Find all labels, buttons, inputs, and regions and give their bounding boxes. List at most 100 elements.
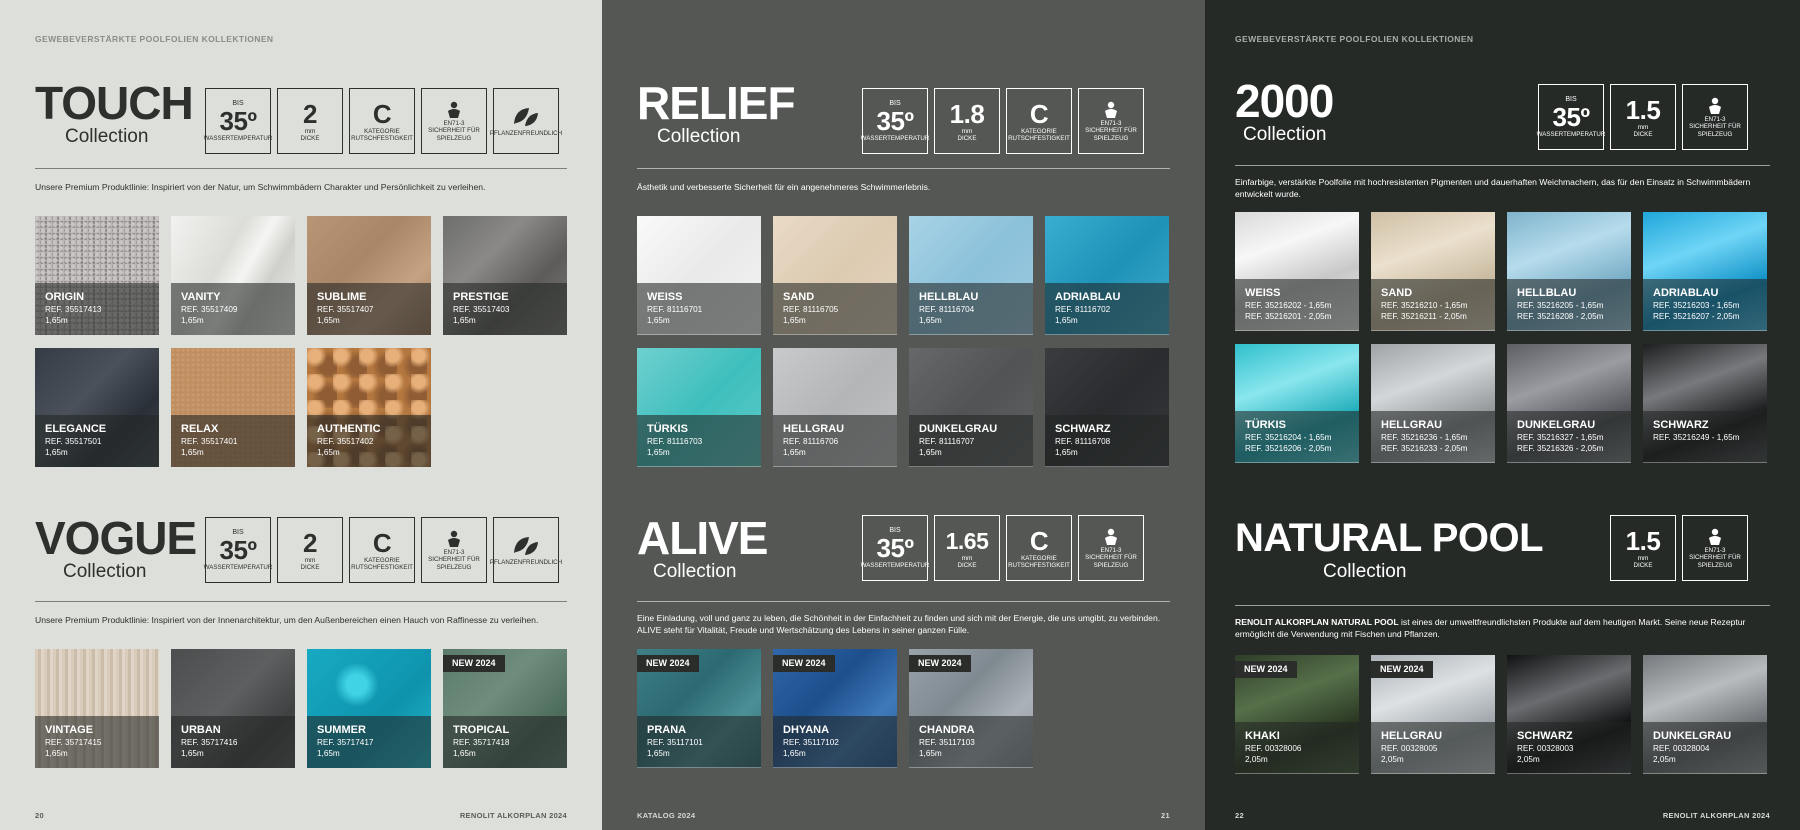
toy-safety-badge: EN71-3 SICHERHEIT FÜR SPIELZEUG: [1078, 88, 1144, 154]
divider: [1235, 165, 1770, 166]
product-tile[interactable]: NEW 2024 CHANDRA REF. 35117103 1,65m: [909, 649, 1033, 768]
divider: [1235, 605, 1770, 606]
slip-badge: C KATEGORIE RUTSCHFESTIGKEIT: [349, 517, 415, 583]
product-tile[interactable]: WEISS REF. 35216202 - 1,65m REF. 35216201 …: [1235, 212, 1359, 331]
toy-safety-badge: EN71-3 SICHERHEIT FÜR SPIELZEUG: [1682, 84, 1748, 150]
collection-subtitle: Collection: [657, 126, 741, 147]
product-tile[interactable]: VINTAGE REF. 35717415 1,65m: [35, 649, 159, 768]
spec-badges: BIS 35º WASSERTEMPERATUR 1.65 mm DICKE C…: [861, 515, 1144, 581]
product-tile[interactable]: DUNKELGRAU REF. 35216327 - 1,65m REF. 3521…: [1507, 344, 1631, 463]
leaf-icon: [514, 108, 538, 127]
thickness-badge: 1.8 mm DICKE: [934, 88, 1000, 154]
collection-subtitle: Collection: [65, 126, 149, 147]
collection-title: ALIVE: [637, 512, 768, 564]
product-tile[interactable]: SCHWARZ REF. 81116708 1,65m: [1045, 348, 1169, 467]
product-tile[interactable]: NEW 2024 KHAKI REF. 00328006 2,05m: [1235, 655, 1359, 774]
baby-icon: [1105, 528, 1117, 545]
product-tile[interactable]: HELLBLAU REF. 35216205 - 1,65m REF. 352162…: [1507, 212, 1631, 331]
product-tile[interactable]: RELAX REF. 35517401 1,65m: [171, 348, 295, 467]
thickness-badge: 1.5 mm DICKE: [1610, 84, 1676, 150]
spec-badges: BIS 35º WASSERTEMPERATUR 1.8 mm DICKE C …: [861, 88, 1144, 154]
product-tile[interactable]: NEW 2024 TROPICAL REF. 35717418 1,65m: [443, 649, 567, 768]
product-tile[interactable]: HELLGRAU REF. 81116706 1,65m: [773, 348, 897, 467]
baby-icon: [1709, 528, 1721, 545]
collection-description: Eine Einladung, voll und ganz zu leben, …: [637, 613, 1161, 635]
divider: [35, 168, 567, 169]
collection-title: RELIEF: [637, 77, 796, 129]
collection-description: Unsere Premium Produktlinie: Inspiriert …: [35, 615, 539, 625]
collection-title-block: TOUCH Collection: [35, 77, 194, 148]
product-tile[interactable]: NEW 2024 PRANA REF. 35117101 1,65m: [637, 649, 761, 768]
thickness-badge: 2 mm DICKE: [277, 517, 343, 583]
footer-brand: RENOLIT ALKORPLAN 2024: [1662, 811, 1770, 820]
thickness-badge: 2 mm DICKE: [277, 88, 343, 154]
product-tile[interactable]: VANITY REF. 35517409 1,65m: [171, 216, 295, 335]
product-tile[interactable]: DUNKELGRAU REF. 81116707 1,65m: [909, 348, 1033, 467]
baby-icon: [1709, 97, 1721, 114]
collection-title: TOUCH: [35, 77, 194, 129]
collection-title: NATURAL POOL: [1235, 516, 1544, 560]
product-tile[interactable]: HELLGRAU REF. 35216236 - 1,65m REF. 352162…: [1371, 344, 1495, 463]
footer-brand: RENOLIT ALKORPLAN 2024: [459, 811, 567, 820]
product-tile[interactable]: NEW 2024 HELLGRAU REF. 00328005 2,05m: [1371, 655, 1495, 774]
product-tile[interactable]: SUMMER REF. 35717417 1,65m: [307, 649, 431, 768]
collection-description: Einfarbige, verstärkte Poolfolie mit hoc…: [1235, 177, 1751, 199]
new-badge: NEW 2024: [443, 655, 505, 672]
catalog-page-22: GEWEBEVERSTÄRKTE POOLFOLIEN KOLLEKTIONEN…: [1205, 0, 1800, 830]
baby-icon: [1105, 101, 1117, 118]
relief-tiles: WEISS REF. 81116701 1,65m SAND REF. 8111670…: [637, 216, 1169, 467]
temp-badge: BIS 35º WASSERTEMPERATUR: [1537, 84, 1605, 150]
product-tile[interactable]: ORIGIN REF. 35517413 1,65m: [35, 216, 159, 335]
product-tile[interactable]: ADRIABLAU REF. 35216203 - 1,65m REF. 35216…: [1643, 212, 1767, 331]
divider: [637, 601, 1170, 602]
product-tile[interactable]: TÜRKIS REF. 81116703 1,65m: [637, 348, 761, 467]
new-badge: NEW 2024: [773, 655, 835, 672]
product-tile[interactable]: NEW 2024 DHYANA REF. 35117102 1,65m: [773, 649, 897, 768]
spec-badges: 1.5 mm DICKE EN71-3 SICHERHEIT FÜR SPIEL…: [1610, 515, 1748, 581]
collection-subtitle: Collection: [653, 561, 737, 582]
collection-subtitle: Collection: [1323, 561, 1407, 582]
collection-title-block: RELIEF Collection: [637, 77, 796, 148]
footer-catalog: KATALOG 2024: [637, 811, 696, 820]
toy-safety-badge: EN71-3 SICHERHEIT FÜR SPIELZEUG: [421, 88, 487, 154]
temp-badge: BIS 35º WASSERTEMPERATUR: [861, 88, 929, 154]
plant-friendly-badge: PFLANZENFREUNDLICH: [490, 517, 562, 583]
product-tile[interactable]: HELLBLAU REF. 81116704 1,65m: [909, 216, 1033, 335]
collection-description: Ästhetik und verbesserte Sicherheit für …: [637, 182, 931, 192]
divider: [637, 168, 1170, 169]
new-badge: NEW 2024: [1235, 661, 1297, 678]
page-header: GEWEBEVERSTÄRKTE POOLFOLIEN KOLLEKTIONEN: [35, 34, 274, 44]
collection-title: VOGUE: [35, 512, 197, 564]
product-tile[interactable]: SCHWARZ REF. 35216249 - 1,65m: [1643, 344, 1767, 463]
toy-safety-badge: EN71-3 SICHERHEIT FÜR SPIELZEUG: [421, 517, 487, 583]
product-tile[interactable]: SAND REF. 35216210 - 1,65m REF. 35216211 -…: [1371, 212, 1495, 331]
page-number: 22: [1235, 811, 1244, 820]
product-tile[interactable]: ELEGANCE REF. 35517501 1,65m: [35, 348, 159, 467]
product-tile[interactable]: PRESTIGE REF. 35517403 1,65m: [443, 216, 567, 335]
collection-title-block: ALIVE Collection: [637, 512, 768, 583]
new-badge: NEW 2024: [637, 655, 699, 672]
spec-badges: BIS 35º WASSERTEMPERATUR 2 mm DICKE C KA…: [204, 517, 562, 583]
product-tile[interactable]: URBAN REF. 35717416 1,65m: [171, 649, 295, 768]
new-badge: NEW 2024: [909, 655, 971, 672]
thickness-badge: 1.5 mm DICKE: [1610, 515, 1676, 581]
product-tile[interactable]: TÜRKIS REF. 35216204 - 1,65m REF. 35216206…: [1235, 344, 1359, 463]
product-tile[interactable]: SCHWARZ REF. 00328003 2,05m: [1507, 655, 1631, 774]
leaf-icon: [514, 537, 538, 556]
slip-badge: C KATEGORIE RUTSCHFESTIGKEIT: [1006, 515, 1072, 581]
collection-title-block: NATURAL POOL Collection: [1235, 515, 1544, 583]
collection-title: 2000: [1235, 75, 1334, 127]
product-tile[interactable]: AUTHENTIC REF. 35517402 1,65m: [307, 348, 431, 467]
collection-description: RENOLIT ALKORPLAN NATURAL POOL ist eines…: [1235, 617, 1746, 639]
spec-badges: BIS 35º WASSERTEMPERATUR 2 mm DICKE C KA…: [204, 88, 562, 154]
page-number: 20: [35, 811, 44, 820]
product-tile[interactable]: SAND REF. 81116705 1,65m: [773, 216, 897, 335]
spec-badges: BIS 35º WASSERTEMPERATUR 1.5 mm DICKE EN…: [1537, 84, 1748, 150]
product-tile[interactable]: DUNKELGRAU REF. 00328004 2,05m: [1643, 655, 1767, 774]
thickness-badge: 1.65 mm DICKE: [934, 515, 1000, 581]
product-tile[interactable]: ADRIABLAU REF. 81116702 1,65m: [1045, 216, 1169, 335]
slip-badge: C KATEGORIE RUTSCHFESTIGKEIT: [349, 88, 415, 154]
baby-icon: [448, 530, 460, 547]
product-tile[interactable]: WEISS REF. 81116701 1,65m: [637, 216, 761, 335]
product-tile[interactable]: SUBLIME REF. 35517407 1,65m: [307, 216, 431, 335]
